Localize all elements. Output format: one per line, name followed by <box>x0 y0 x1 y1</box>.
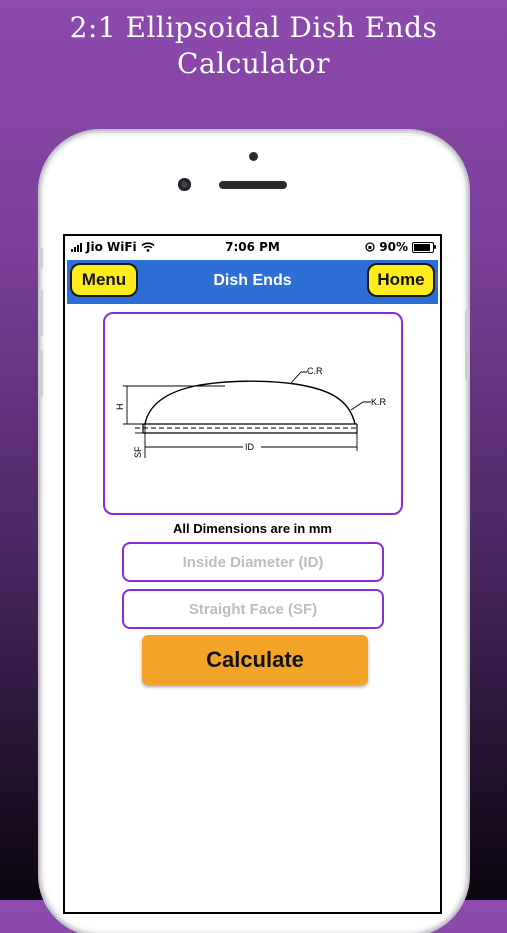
app-screen: Jio WiFi 7:06 PM 90% Menu Dish Ends Home… <box>65 236 440 912</box>
menu-button[interactable]: Menu <box>70 263 138 297</box>
orientation-lock-icon <box>365 242 375 252</box>
phone-side-button <box>39 248 43 268</box>
height-label: H <box>115 404 125 411</box>
nav-bar: Menu Dish Ends Home <box>67 260 438 304</box>
promo-title-line1: 2:1 Ellipsoidal Dish Ends <box>69 11 438 44</box>
calculate-button[interactable]: Calculate <box>142 635 368 685</box>
status-bar: Jio WiFi 7:06 PM 90% <box>65 236 440 258</box>
phone-screen: Jio WiFi 7:06 PM 90% Menu Dish Ends Home… <box>63 234 442 914</box>
sf-label: SF <box>133 446 143 458</box>
crown-radius-label: C.R <box>307 366 323 376</box>
crown-radius-leader <box>290 371 307 384</box>
straight-face-input[interactable] <box>122 589 384 629</box>
dish-dome-outline <box>144 380 356 425</box>
phone-volume-down <box>39 350 43 396</box>
phone-volume-up <box>39 290 43 336</box>
units-note: All Dimensions are in mm <box>173 521 332 536</box>
knuckle-radius-leader <box>350 401 371 411</box>
inside-diameter-input[interactable] <box>122 542 384 582</box>
battery-fill <box>414 243 431 251</box>
phone-power-button <box>465 310 469 380</box>
home-button[interactable]: Home <box>367 263 435 297</box>
front-camera-icon <box>178 178 191 191</box>
battery-percent: 90% <box>379 240 408 254</box>
dish-end-diagram: H SF ID C.R K.R <box>103 312 403 515</box>
phone-speaker <box>219 181 287 189</box>
promo-title-line2: Calculator <box>177 47 330 80</box>
phone-sensor-dot <box>249 152 258 161</box>
status-right: 90% <box>365 240 436 254</box>
nav-title: Dish Ends <box>213 272 292 289</box>
dish-end-drawing: H SF ID C.R K.R <box>115 366 387 458</box>
battery-icon <box>412 241 436 253</box>
id-label: ID <box>245 442 255 452</box>
knuckle-radius-label: K.R <box>371 397 387 407</box>
promo-title: 2:1 Ellipsoidal Dish Ends Calculator <box>0 10 507 82</box>
